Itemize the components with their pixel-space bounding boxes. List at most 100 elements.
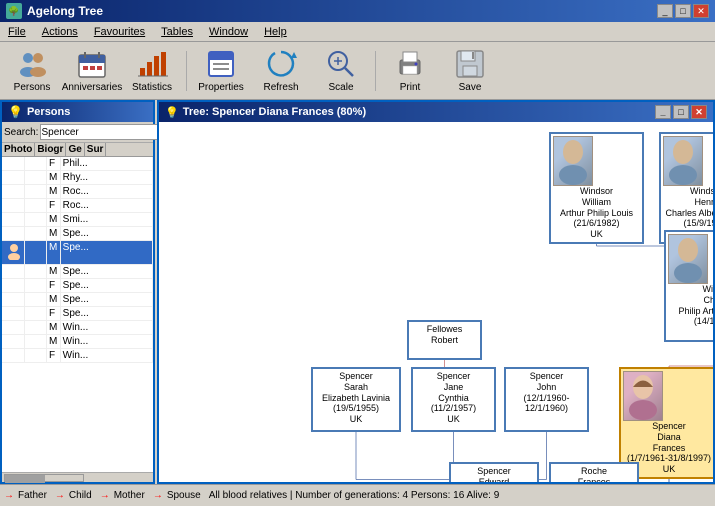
table-row[interactable]: MSpe... xyxy=(2,227,153,241)
refresh-label: Refresh xyxy=(263,82,298,93)
person-name-line: Frances xyxy=(553,477,635,482)
person-node-windsor_charles[interactable]: WindsorCharlesPhilip Arthur George(14/11… xyxy=(664,230,713,342)
person-name-line: (19/5/1955) xyxy=(315,403,397,414)
person-name-line: Diana xyxy=(623,432,713,443)
maximize-button[interactable]: □ xyxy=(675,4,691,18)
cell-gender: M xyxy=(47,213,61,226)
save-button[interactable]: Save xyxy=(442,46,498,96)
scale-button[interactable]: Scale xyxy=(313,46,369,96)
cell-biog xyxy=(25,335,47,348)
cell-photo xyxy=(2,171,25,184)
print-button[interactable]: Print xyxy=(382,46,438,96)
person-node-spencer_john[interactable]: SpencerJohn(12/1/1960-12/1/1960) xyxy=(504,367,589,432)
person-name-line: Spencer xyxy=(508,371,585,382)
anniversaries-button[interactable]: Anniversaries xyxy=(64,46,120,96)
table-row[interactable]: MWin... xyxy=(2,321,153,335)
legend-spouse: → Spouse xyxy=(153,490,201,501)
minimize-button[interactable]: _ xyxy=(657,4,673,18)
person-name-line: UK xyxy=(315,414,397,425)
table-row[interactable]: MRoc... xyxy=(2,185,153,199)
tree-close-button[interactable]: ✕ xyxy=(691,105,707,119)
cell-photo xyxy=(2,349,25,362)
print-label: Print xyxy=(400,82,421,93)
menu-favourites[interactable]: Favourites xyxy=(90,25,149,39)
cell-biog xyxy=(25,349,47,362)
spouse-label: Spouse xyxy=(167,490,201,501)
tree-panel: 💡 Tree: Spencer Diana Frances (80%) _ □ … xyxy=(157,100,715,484)
person-node-roche_frances[interactable]: RocheFrancesRuth Burke(20/1/1936)UK xyxy=(549,462,639,482)
table-row[interactable]: FWin... xyxy=(2,349,153,363)
scroll-area[interactable] xyxy=(2,472,153,482)
menu-file[interactable]: File xyxy=(4,25,30,39)
table-row[interactable]: FPhil... xyxy=(2,157,153,171)
cell-photo xyxy=(2,199,25,212)
legend-child: → Child xyxy=(55,490,92,501)
cell-gender: M xyxy=(47,265,61,278)
table-row[interactable]: FRoc... xyxy=(2,199,153,213)
person-photo xyxy=(668,234,708,284)
persons-rows: FPhil...MRhy...MRoc...FRoc...MSmi...MSpe… xyxy=(2,157,153,363)
cell-photo xyxy=(2,241,25,264)
menu-tables[interactable]: Tables xyxy=(157,25,197,39)
statistics-button[interactable]: Statistics xyxy=(124,46,180,96)
table-row[interactable]: MSpe... xyxy=(2,265,153,279)
main-area: 💡 Persons Search: Photo Biogr Ge Sur FPh… xyxy=(0,100,715,484)
scale-label: Scale xyxy=(328,82,353,93)
menu-help[interactable]: Help xyxy=(260,25,291,39)
person-node-spencer_edward[interactable]: SpencerEdwardJohn(24/1/1924-29/3/1992)UK xyxy=(449,462,539,482)
tree-minimize-button[interactable]: _ xyxy=(655,105,671,119)
cell-gender: M xyxy=(47,241,61,264)
table-row[interactable]: MSpe... xyxy=(2,293,153,307)
spouse-arrow-icon: → xyxy=(153,490,163,501)
cell-gender: M xyxy=(47,185,61,198)
cell-surname: Win... xyxy=(61,321,153,334)
person-name-line: Spencer xyxy=(315,371,397,382)
table-row[interactable]: FSpe... xyxy=(2,279,153,293)
person-node-windsor_william[interactable]: WindsorWilliamArthur Philip Louis(21/6/1… xyxy=(549,132,644,244)
tree-title-icon: 💡 xyxy=(165,106,179,119)
cell-biog xyxy=(25,171,47,184)
person-name-line: Henry xyxy=(663,197,713,208)
tree-maximize-button[interactable]: □ xyxy=(673,105,689,119)
cell-photo xyxy=(2,185,25,198)
refresh-icon xyxy=(265,48,297,80)
search-row: Search: xyxy=(2,122,153,143)
person-node-fellowes_robert[interactable]: FellowesRobert xyxy=(407,320,482,360)
cell-surname: Roc... xyxy=(61,185,153,198)
person-name-line: Spencer xyxy=(623,421,713,432)
search-input[interactable] xyxy=(40,124,174,140)
menu-actions[interactable]: Actions xyxy=(38,25,82,39)
scale-icon xyxy=(325,48,357,80)
cell-biog xyxy=(25,157,47,170)
table-row[interactable]: MWin... xyxy=(2,335,153,349)
cell-surname: Phil... xyxy=(61,157,153,170)
person-node-spencer_sarah[interactable]: SpencerSarahElizabeth Lavinia(19/5/1955)… xyxy=(311,367,401,432)
table-row[interactable]: MRhy... xyxy=(2,171,153,185)
table-row[interactable]: MSmi... xyxy=(2,213,153,227)
person-name-line: William xyxy=(553,197,640,208)
header-surname: Sur xyxy=(85,143,107,156)
statistics-icon xyxy=(136,48,168,80)
cell-gender: F xyxy=(47,279,61,292)
persons-table: Photo Biogr Ge Sur FPhil...MRhy...MRoc..… xyxy=(2,143,153,472)
person-name-line: Edward xyxy=(453,477,535,482)
mother-label: Mother xyxy=(114,490,145,501)
person-name-line: (12/1/1960-12/1/1960) xyxy=(508,393,585,415)
cell-surname: Smi... xyxy=(61,213,153,226)
properties-button[interactable]: Properties xyxy=(193,46,249,96)
cell-biog xyxy=(25,199,47,212)
cell-biog xyxy=(25,265,47,278)
refresh-button[interactable]: Refresh xyxy=(253,46,309,96)
menu-window[interactable]: Window xyxy=(205,25,252,39)
table-row[interactable]: MSpe... xyxy=(2,241,153,265)
header-gender: Ge xyxy=(66,143,84,156)
table-row[interactable]: FSpe... xyxy=(2,307,153,321)
toolbar: Persons Anniversaries St xyxy=(0,42,715,100)
person-name-line: Charles xyxy=(668,295,713,306)
persons-button[interactable]: Persons xyxy=(4,46,60,96)
close-button[interactable]: ✕ xyxy=(693,4,709,18)
menu-bar: File Actions Favourites Tables Window He… xyxy=(0,22,715,42)
person-node-windsor_henry[interactable]: WindsorHenryCharles Albert David(15/9/19… xyxy=(659,132,713,244)
anniversaries-label: Anniversaries xyxy=(62,82,123,93)
person-node-spencer_jane[interactable]: SpencerJaneCynthia(11/2/1957)UK xyxy=(411,367,496,432)
